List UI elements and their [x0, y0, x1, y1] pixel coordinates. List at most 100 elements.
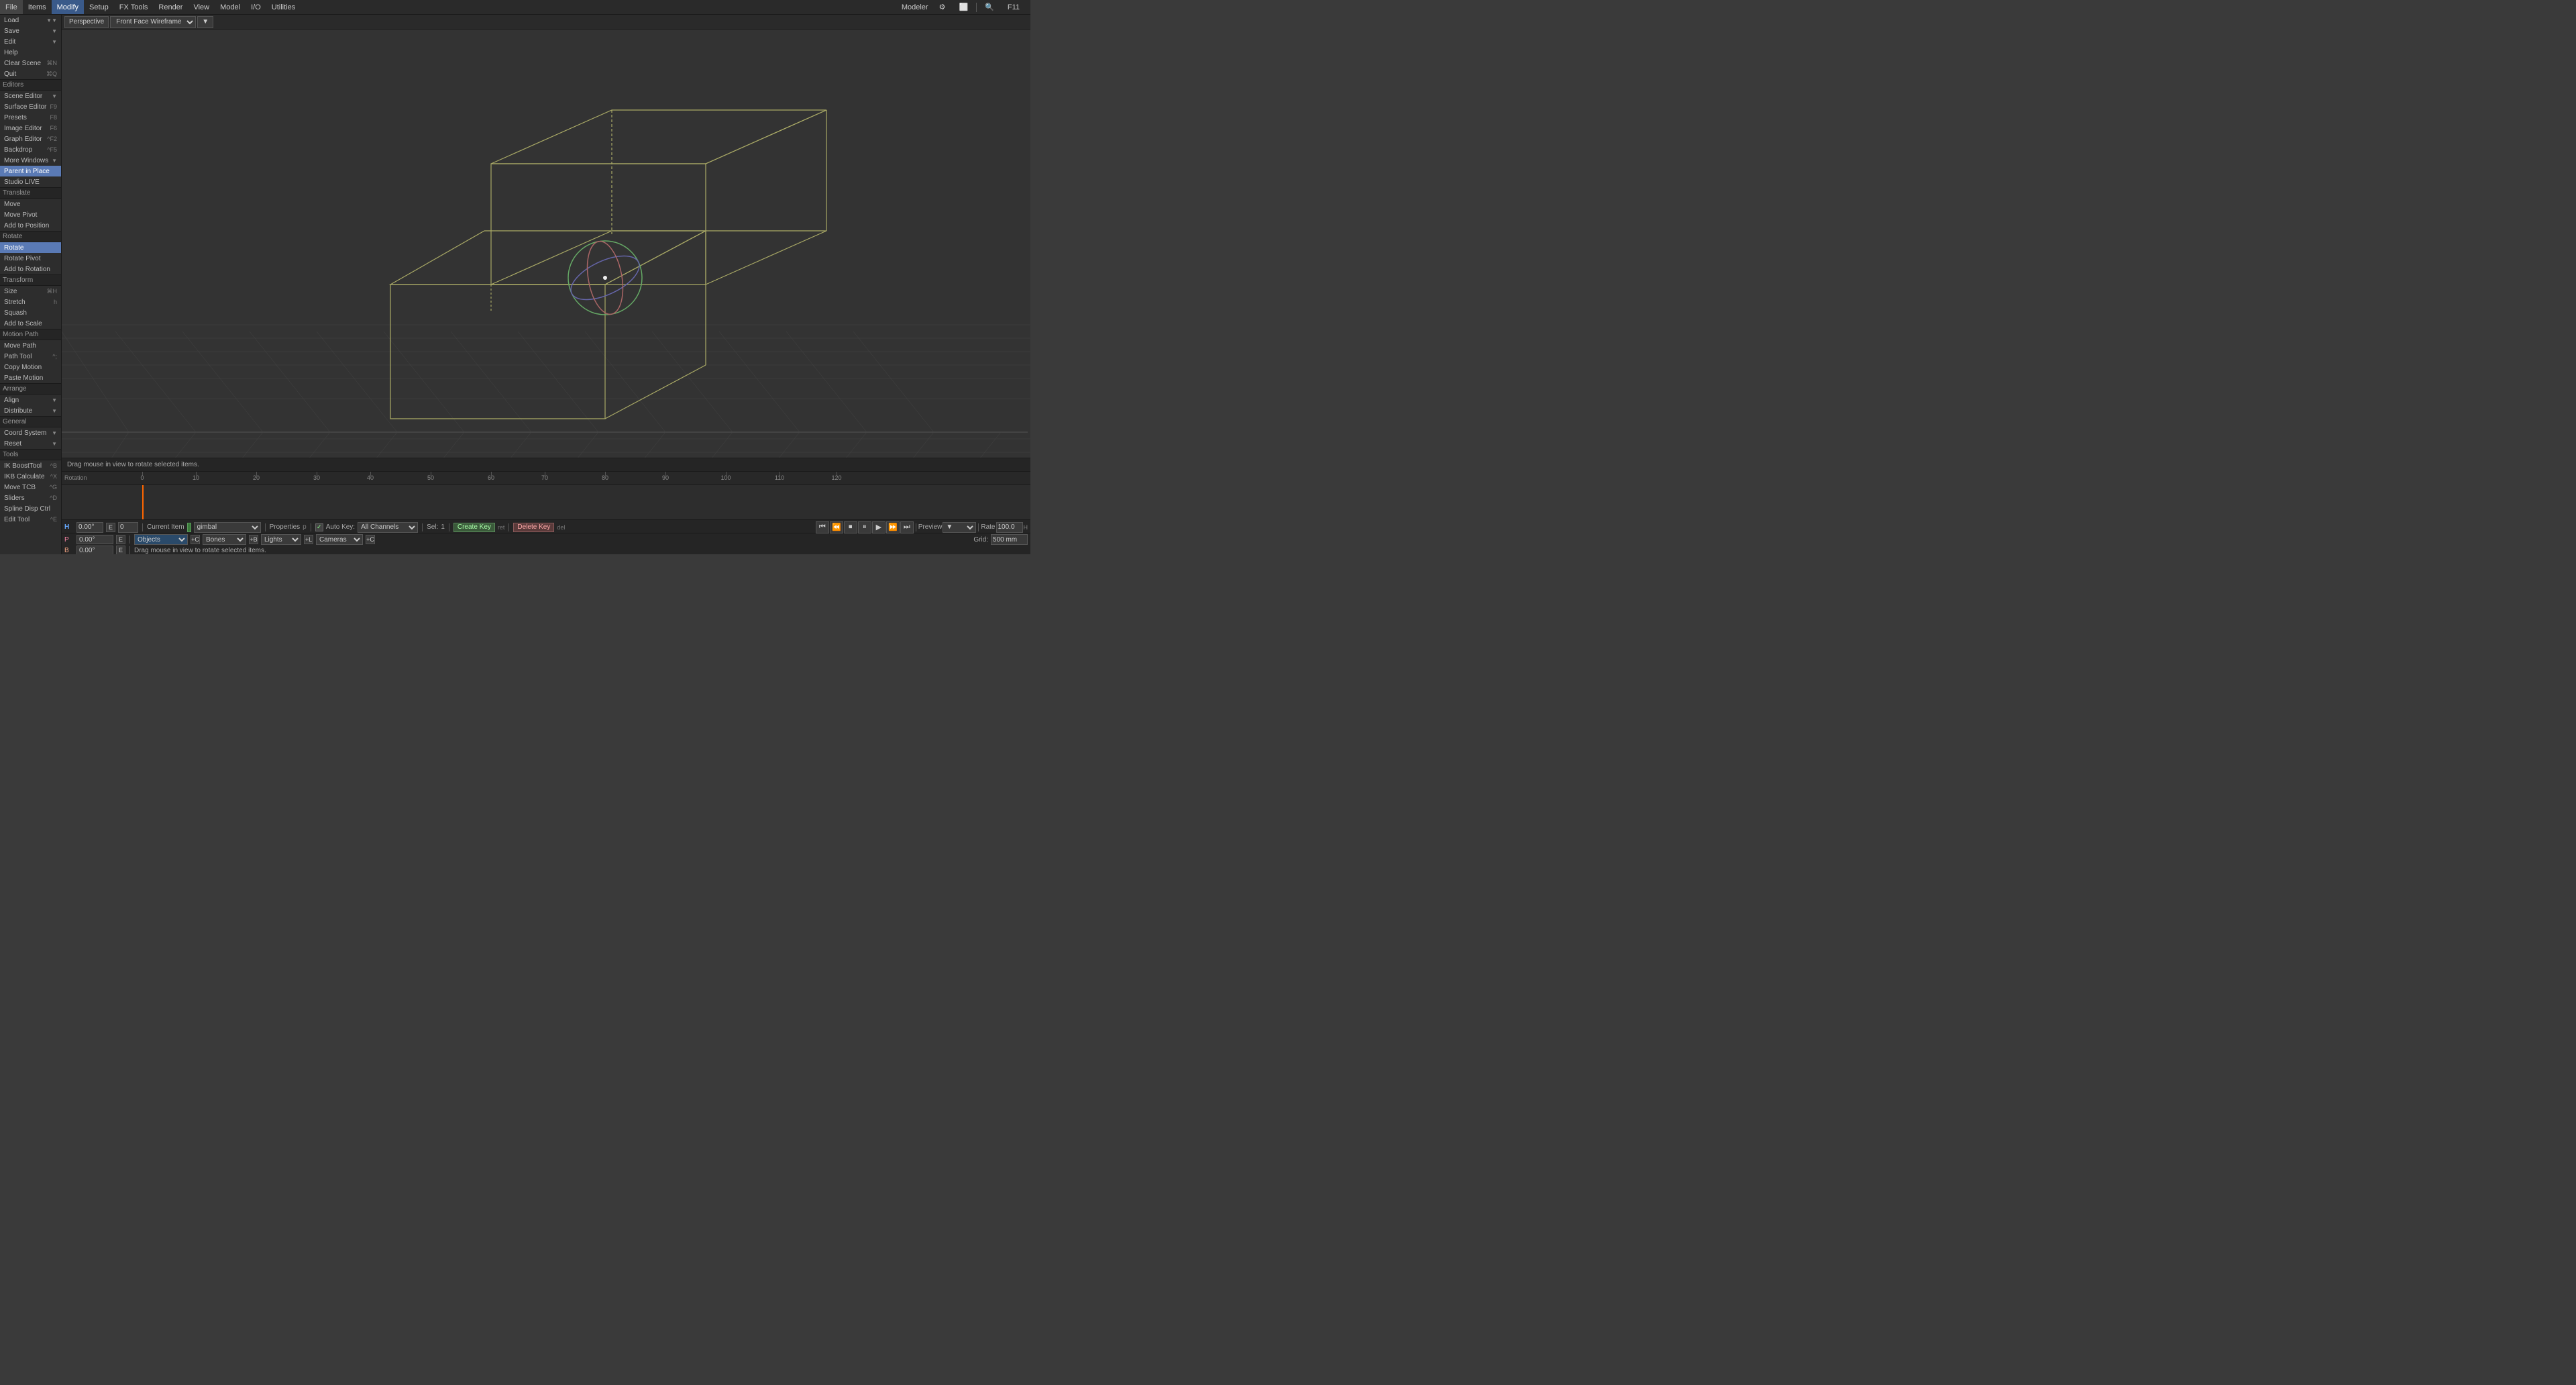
frame-input[interactable]: 0: [118, 522, 138, 533]
panel-path-tool[interactable]: Path Tool ^;: [0, 351, 61, 362]
delete-key-btn[interactable]: Delete Key: [513, 523, 554, 532]
grid-row: Grid: 500 mm: [973, 534, 1028, 545]
divider-b1: [129, 546, 130, 554]
divider1: [142, 523, 143, 531]
menu-file[interactable]: File: [0, 0, 23, 14]
preview-select[interactable]: ▼: [943, 522, 976, 533]
p-key-indicator[interactable]: E: [116, 535, 125, 544]
grid-input[interactable]: 500 mm: [991, 534, 1028, 545]
menu-utilities[interactable]: Utilities: [266, 0, 301, 14]
lights-select[interactable]: Lights: [261, 534, 301, 545]
panel-ik-boosttool[interactable]: IK BoostTool ^B: [0, 460, 61, 471]
create-key-btn[interactable]: Create Key: [453, 523, 495, 532]
viewport-shading-extra-btn[interactable]: ▼: [197, 16, 213, 28]
panel-move[interactable]: Move: [0, 199, 61, 209]
panel-presets[interactable]: Presets F8: [0, 112, 61, 123]
panel-move-pivot[interactable]: Move Pivot: [0, 209, 61, 220]
panel-ikb-calculate[interactable]: IKB Calculate ^X: [0, 471, 61, 482]
lights-toggle[interactable]: +L: [304, 535, 313, 544]
panel-sliders[interactable]: Sliders ^D: [0, 493, 61, 503]
panel-paste-motion[interactable]: Paste Motion: [0, 372, 61, 383]
cameras-select[interactable]: Cameras: [316, 534, 363, 545]
panel-stretch[interactable]: Stretch h: [0, 297, 61, 307]
panel-load[interactable]: Load ▼: [0, 15, 61, 25]
panel-parent-in-place[interactable]: Parent in Place: [0, 166, 61, 176]
panel-spline-disp-ctrl[interactable]: Spline Disp Ctrl: [0, 503, 61, 514]
panel-clear-scene[interactable]: Clear Scene ⌘N: [0, 58, 61, 68]
b-key-indicator[interactable]: E: [116, 546, 125, 554]
step-fwd-btn[interactable]: ⏩: [886, 521, 900, 533]
viewport-camera-btn[interactable]: Perspective: [64, 16, 109, 28]
menu-model[interactable]: Model: [215, 0, 246, 14]
timeline-area: Rotation 0 10 20 30 40 50 60 70 80: [62, 471, 1030, 519]
expand-icon[interactable]: ⬜: [953, 3, 973, 11]
viewport-area-container: Perspective Front Face Wireframe ▼: [62, 15, 1030, 471]
pause-btn[interactable]: ⏸: [858, 521, 871, 533]
panel-help[interactable]: Help: [0, 47, 61, 58]
panel-more-windows[interactable]: More Windows ▼: [0, 155, 61, 166]
objects-select[interactable]: Objects: [134, 534, 188, 545]
bones-toggle[interactable]: +B: [249, 535, 258, 544]
settings-icon[interactable]: ⚙: [934, 3, 951, 11]
panel-distribute[interactable]: Distribute ▼: [0, 405, 61, 416]
menu-items[interactable]: Items: [23, 0, 52, 14]
p-value-input[interactable]: [76, 535, 113, 544]
panel-edit[interactable]: Edit ▼: [0, 36, 61, 47]
panel-edit-tool[interactable]: Edit Tool ^E: [0, 514, 61, 525]
timeline-playhead[interactable]: [142, 485, 144, 519]
h-value-input[interactable]: [76, 522, 103, 533]
menu-view[interactable]: View: [188, 0, 215, 14]
panel-scene-editor[interactable]: Scene Editor ▼: [0, 91, 61, 101]
panel-rotate[interactable]: Rotate: [0, 242, 61, 253]
panel-add-to-rotation[interactable]: Add to Rotation: [0, 264, 61, 274]
panel-save[interactable]: Save ▼: [0, 25, 61, 36]
step-back-btn[interactable]: ⏪: [830, 521, 843, 533]
divider-obj1: [129, 535, 130, 544]
panel-move-tcb[interactable]: Move TCB ^G: [0, 482, 61, 493]
b-value-input[interactable]: [76, 546, 113, 554]
auto-key-select[interactable]: All Channels: [358, 522, 418, 533]
viewport-shading-select[interactable]: Front Face Wireframe: [110, 16, 196, 28]
panel-add-to-scale[interactable]: Add to Scale: [0, 318, 61, 329]
panel-add-to-position[interactable]: Add to Position: [0, 220, 61, 231]
section-general: General: [0, 416, 61, 427]
current-item-select[interactable]: gimbal: [194, 522, 261, 533]
panel-backdrop[interactable]: Backdrop ^F5: [0, 144, 61, 155]
play-btn[interactable]: ▶: [872, 521, 885, 533]
panel-coord-system[interactable]: Coord System ▼: [0, 427, 61, 438]
panel-surface-editor[interactable]: Surface Editor F9: [0, 101, 61, 112]
timeline-tracks[interactable]: [62, 485, 1030, 519]
menu-setup[interactable]: Setup: [84, 0, 114, 14]
objects-toggle[interactable]: +C: [191, 535, 200, 544]
menu-fxtools[interactable]: FX Tools: [114, 0, 154, 14]
panel-studio-live[interactable]: Studio LIVE: [0, 176, 61, 187]
panel-image-editor[interactable]: Image Editor F6: [0, 123, 61, 134]
current-item-indicator[interactable]: [187, 523, 191, 532]
panel-quit[interactable]: Quit ⌘Q: [0, 68, 61, 79]
menu-modify[interactable]: Modify: [52, 0, 84, 14]
cameras-toggle[interactable]: +C: [366, 535, 375, 544]
panel-reset[interactable]: Reset ▼: [0, 438, 61, 449]
bones-select[interactable]: Bones: [203, 534, 246, 545]
h-key-indicator[interactable]: E: [106, 523, 115, 532]
go-start-btn[interactable]: ⏮: [816, 521, 829, 533]
viewport-canvas[interactable]: Drag mouse in view to rotate selected it…: [62, 30, 1030, 471]
panel-align[interactable]: Align ▼: [0, 395, 61, 405]
stop-btn[interactable]: ⏹: [844, 521, 857, 533]
go-end-btn[interactable]: ⏭: [900, 521, 914, 533]
panel-squash[interactable]: Squash: [0, 307, 61, 318]
rate-input[interactable]: 100.0: [996, 522, 1023, 533]
properties-label: Properties: [270, 523, 301, 531]
auto-key-checkbox[interactable]: ✓: [315, 523, 323, 531]
search-icon[interactable]: 🔍: [979, 3, 1000, 11]
panel-size[interactable]: Size ⌘H: [0, 286, 61, 297]
panel-graph-editor[interactable]: Graph Editor ^F2: [0, 134, 61, 144]
panel-rotate-pivot[interactable]: Rotate Pivot: [0, 253, 61, 264]
menu-render[interactable]: Render: [153, 0, 188, 14]
menu-io[interactable]: I/O: [246, 0, 266, 14]
panel-move-path[interactable]: Move Path: [0, 340, 61, 351]
panel-copy-motion[interactable]: Copy Motion: [0, 362, 61, 372]
section-translate: Translate: [0, 187, 61, 199]
rate-label: Rate: [981, 523, 995, 531]
mode-label[interactable]: F11: [1002, 3, 1025, 11]
